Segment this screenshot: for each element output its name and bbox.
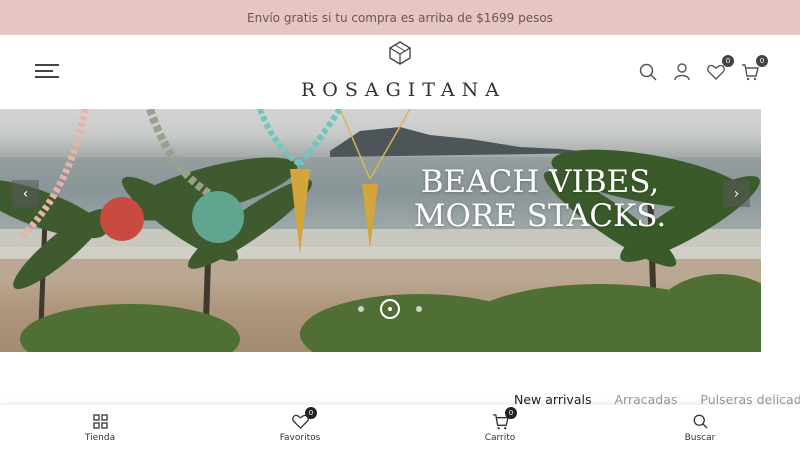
bottom-nav: Tienda 0 Favoritos 0 Carrito Buscar xyxy=(0,405,800,450)
bottom-nav-label: Carrito xyxy=(484,433,516,443)
grid-icon xyxy=(92,413,108,429)
slider-prev-button[interactable]: ‹ xyxy=(12,180,39,207)
hamburger-icon xyxy=(35,64,59,66)
account-button[interactable] xyxy=(672,61,692,83)
search-button[interactable] xyxy=(638,61,658,83)
logo-mark-icon xyxy=(389,41,411,65)
search-icon xyxy=(639,63,657,81)
bottom-nav-favoritos[interactable]: 0 Favoritos xyxy=(200,405,400,450)
cart-count-badge: 0 xyxy=(756,55,768,67)
menu-button[interactable] xyxy=(35,64,61,80)
wishlist-count-badge: 0 xyxy=(722,55,734,67)
hero-headline-line2: MORE STACKS. xyxy=(413,198,667,234)
slider-dot-active[interactable] xyxy=(380,299,400,319)
site-logo[interactable]: ROSAGITANA xyxy=(280,41,520,105)
promo-bar: Envío gratis si tu compra es arriba de $… xyxy=(0,0,800,35)
user-icon xyxy=(674,63,690,81)
bottom-nav-carrito[interactable]: 0 Carrito xyxy=(400,405,600,450)
carrito-count-badge: 0 xyxy=(505,407,517,419)
cart-button[interactable]: 0 xyxy=(740,55,768,83)
site-header: ROSAGITANA 0 0 xyxy=(0,35,800,109)
wishlist-button[interactable]: 0 xyxy=(706,55,734,83)
bottom-nav-label: Tienda xyxy=(84,433,116,443)
bottom-nav-label: Favoritos xyxy=(279,433,321,443)
bottom-nav-label: Buscar xyxy=(684,433,716,443)
chevron-left-icon: ‹ xyxy=(22,185,29,202)
bottom-nav-tienda[interactable]: Tienda xyxy=(0,405,200,450)
hero-slider: BEACH VIBES, MORE STACKS. ‹ › xyxy=(0,109,761,352)
hero-headline-line1: BEACH VIBES, xyxy=(420,164,660,200)
slider-dots xyxy=(358,299,422,319)
bottom-nav-buscar[interactable]: Buscar xyxy=(600,405,800,450)
header-actions: 0 0 xyxy=(638,55,768,83)
promo-text: Envío gratis si tu compra es arriba de $… xyxy=(247,10,553,25)
logo-text: ROSAGITANA xyxy=(300,79,506,101)
chevron-right-icon: › xyxy=(733,185,740,202)
hero-headline: BEACH VIBES, MORE STACKS. xyxy=(400,165,680,233)
favoritos-count-badge: 0 xyxy=(305,407,317,419)
slider-next-button[interactable]: › xyxy=(723,180,750,207)
bag-icon xyxy=(742,64,759,81)
search-icon xyxy=(693,414,708,429)
slider-dot[interactable] xyxy=(358,306,364,312)
heart-icon xyxy=(707,64,725,80)
slider-dot[interactable] xyxy=(416,306,422,312)
